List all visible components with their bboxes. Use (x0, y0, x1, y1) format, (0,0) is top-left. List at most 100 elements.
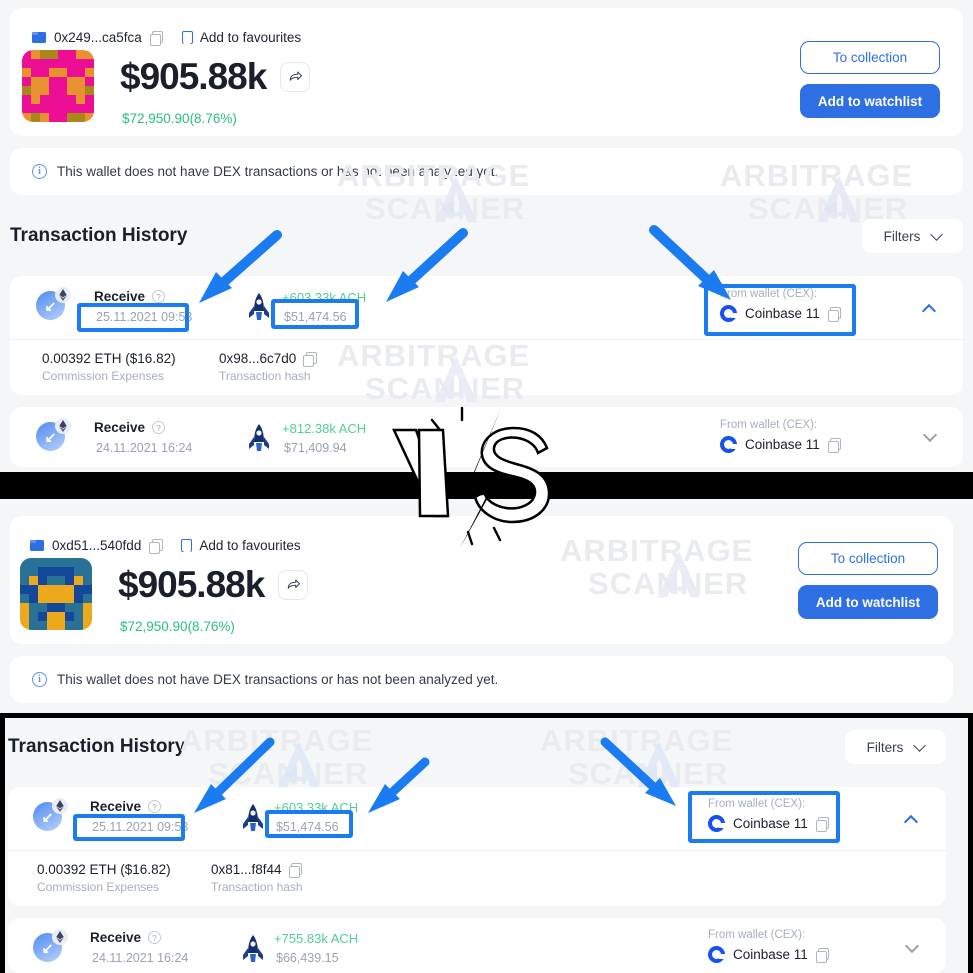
token-rocket-icon (243, 804, 263, 831)
filters-label: Filters (866, 739, 904, 755)
wallet-balance: $905.88k (118, 564, 265, 605)
receive-icon: ↙ (36, 418, 71, 451)
balance-row: $905.88k (120, 56, 311, 97)
receive-icon: ↙ (33, 929, 68, 962)
collapse-row-icon[interactable] (903, 814, 919, 830)
transaction-row[interactable]: ↙ Receive ? 24.11.2021 16:24 +755.83k AC… (8, 918, 946, 973)
collapse-row-icon[interactable] (921, 303, 937, 319)
add-to-watchlist-button[interactable]: Add to watchlist (798, 585, 938, 619)
wallet-address-row: 0x249...ca5fca Add to favourites (32, 30, 302, 46)
add-to-favourites-button[interactable]: Add to favourites (181, 538, 301, 553)
wallet-header-card: 0x249...ca5fca Add to favourites $905.88… (10, 8, 963, 136)
counterparty-name: Coinbase 11 (733, 947, 808, 962)
share-button[interactable] (280, 61, 311, 92)
copy-wallet-icon[interactable] (827, 307, 842, 322)
copy-wallet-icon[interactable] (815, 817, 830, 832)
token-rocket-icon (249, 424, 269, 451)
transaction-row[interactable]: ↙ Receive ? 25.11.2021 09:53 +603.33k AC… (8, 787, 946, 906)
balance-row: $905.88k (118, 564, 309, 605)
to-collection-button[interactable]: To collection (798, 542, 938, 575)
transaction-history-title: Transaction History (10, 225, 188, 246)
transaction-usd-amount: $66,439.15 (276, 951, 339, 965)
to-collection-label: To collection (832, 50, 908, 65)
copy-address-icon[interactable] (149, 31, 164, 46)
commission-value: 0.00392 ETH ($16.82) (37, 862, 171, 877)
filters-label: Filters (883, 228, 921, 244)
add-to-watchlist-label: Add to watchlist (817, 93, 923, 109)
wallet-header-card: 0xd51...540fdd Add to favourites $905.88… (10, 516, 953, 644)
transaction-token-amount: +603.33k ACH (274, 800, 359, 815)
transaction-type-row: Receive ? (90, 799, 162, 814)
to-collection-button[interactable]: To collection (800, 41, 940, 74)
transaction-date: 25.11.2021 09:53 (96, 310, 193, 324)
add-to-favourites-label: Add to favourites (199, 538, 301, 553)
watermark-line-1: ARBITRAGE (540, 723, 734, 758)
counterparty-wallet: From wallet (CEX): Coinbase 11 (720, 419, 842, 453)
watermark-text: ARBITRAGE SCANNER (540, 723, 734, 790)
dex-info-banner: i This wallet does not have DEX transact… (10, 656, 953, 703)
add-to-favourites-label: Add to favourites (199, 30, 302, 45)
help-icon[interactable]: ? (148, 800, 162, 813)
copy-address-icon[interactable] (149, 539, 163, 554)
wallet-address-row: 0xd51...540fdd Add to favourites (30, 538, 301, 554)
transaction-type: Receive (94, 420, 146, 435)
commission-value: 0.00392 ETH ($16.82) (42, 351, 176, 366)
watermark-line-1: ARBITRAGE (180, 723, 374, 758)
transaction-row[interactable]: ↙ Receive ? 25.11.2021 09:53 +603.33k AC… (10, 276, 963, 395)
transaction-token-amount: +755.83k ACH (274, 931, 359, 946)
token-rocket-icon (243, 935, 263, 962)
transaction-type-row: Receive ? (94, 420, 166, 435)
help-icon[interactable]: ? (152, 290, 166, 303)
transaction-row[interactable]: ↙ Receive ? 24.11.2021 16:24 +812.38k AC… (10, 407, 963, 467)
transaction-token-amount: +603.33k ACH (282, 290, 367, 305)
transaction-token-amount: +812.38k ACH (282, 421, 367, 436)
share-button[interactable] (278, 569, 309, 600)
expand-row-icon[interactable] (922, 427, 938, 443)
hash-block: 0x81...f8f44 Transaction hash (211, 862, 303, 894)
add-to-favourites-button[interactable]: Add to favourites (181, 30, 302, 45)
counterparty-wallet: From wallet (CEX): Coinbase 11 (708, 929, 830, 963)
comparison-divider (0, 472, 973, 499)
help-icon[interactable]: ? (152, 421, 166, 434)
hash-block: 0x98...6c7d0 Transaction hash (219, 351, 317, 383)
transaction-date: 25.11.2021 09:53 (92, 820, 189, 834)
wallet-balance: $905.88k (120, 56, 267, 97)
copy-wallet-icon[interactable] (815, 948, 830, 963)
transaction-type-row: Receive ? (90, 930, 162, 945)
copy-wallet-icon[interactable] (827, 438, 842, 453)
filters-button[interactable]: Filters (862, 219, 963, 253)
expand-row-icon[interactable] (904, 938, 920, 954)
help-icon[interactable]: ? (148, 931, 162, 944)
commission-label: Commission Expenses (37, 880, 160, 894)
commission-block: 0.00392 ETH ($16.82) Commission Expenses (37, 862, 171, 894)
copy-hash-icon[interactable] (288, 863, 303, 878)
wallet-address: 0x249...ca5fca (54, 30, 142, 45)
dex-info-banner: i This wallet does not have DEX transact… (10, 148, 963, 195)
coinbase-icon (708, 946, 726, 963)
transaction-hash-label: Transaction hash (219, 369, 311, 383)
ethereum-icon (52, 798, 68, 814)
copy-hash-icon[interactable] (303, 352, 317, 367)
transaction-date: 24.11.2021 16:24 (92, 951, 189, 965)
filters-button[interactable]: Filters (845, 730, 946, 764)
transaction-date: 24.11.2021 16:24 (96, 441, 193, 455)
counterparty-name: Coinbase 11 (745, 437, 820, 452)
ethereum-icon (55, 287, 71, 303)
ethereum-icon (55, 418, 71, 434)
folder-icon (32, 32, 46, 43)
receive-icon: ↙ (36, 287, 71, 320)
wallet-balance-change: $72,950.90(8.76%) (122, 111, 237, 126)
transaction-type: Receive (94, 289, 146, 304)
wallet-avatar (20, 558, 92, 630)
transaction-history-title: Transaction History (8, 736, 186, 757)
eth-glyph (56, 931, 64, 943)
counterparty-label: From wallet (CEX): (720, 288, 818, 300)
share-icon (287, 579, 300, 589)
chevron-down-icon (930, 227, 944, 241)
token-rocket-icon (249, 293, 269, 320)
watermark-line-2: SCANNER (365, 190, 526, 226)
add-to-watchlist-button[interactable]: Add to watchlist (800, 84, 940, 118)
transaction-usd-amount: $71,409.94 (284, 441, 347, 455)
commission-block: 0.00392 ETH ($16.82) Commission Expenses (42, 351, 176, 383)
transaction-type: Receive (90, 930, 142, 945)
